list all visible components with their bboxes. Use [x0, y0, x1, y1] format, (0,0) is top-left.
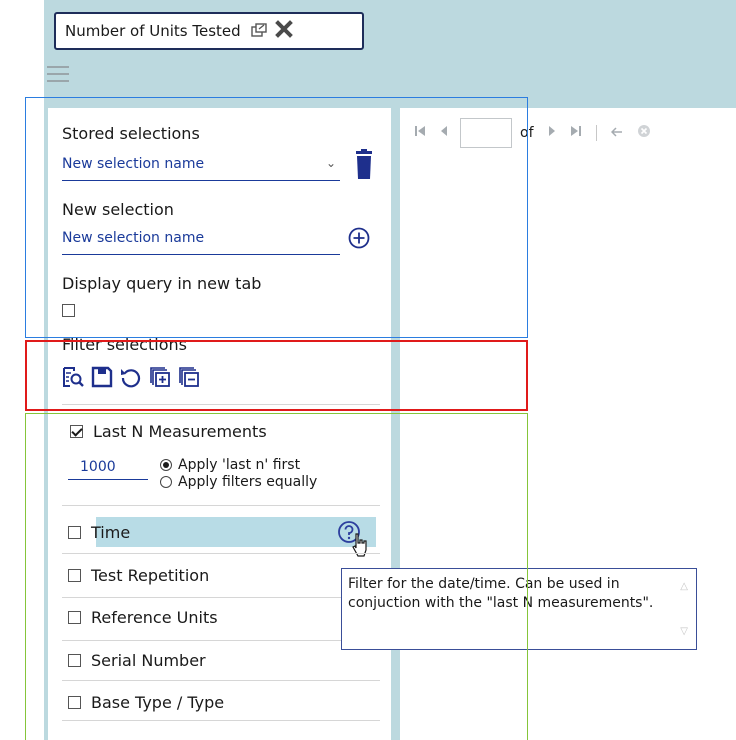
highlight-box-red: [25, 340, 528, 411]
popout-icon[interactable]: [250, 22, 267, 41]
highlight-box-green: [25, 413, 528, 740]
scroll-up-icon[interactable]: △: [680, 577, 688, 596]
hamburger-icon[interactable]: [47, 66, 69, 87]
tab-title: Number of Units Tested: [65, 22, 241, 40]
highlight-box-blue: [25, 97, 528, 338]
tab-number-of-units-tested[interactable]: Number of Units Tested: [54, 12, 364, 50]
cancel-circle-icon[interactable]: [637, 124, 651, 142]
next-page-icon[interactable]: [548, 125, 556, 141]
back-arrow-icon[interactable]: [610, 126, 623, 141]
close-icon[interactable]: [274, 20, 293, 42]
scroll-down-icon[interactable]: ▽: [680, 622, 688, 641]
pager-separator: [595, 125, 597, 141]
last-page-icon[interactable]: [570, 125, 582, 141]
